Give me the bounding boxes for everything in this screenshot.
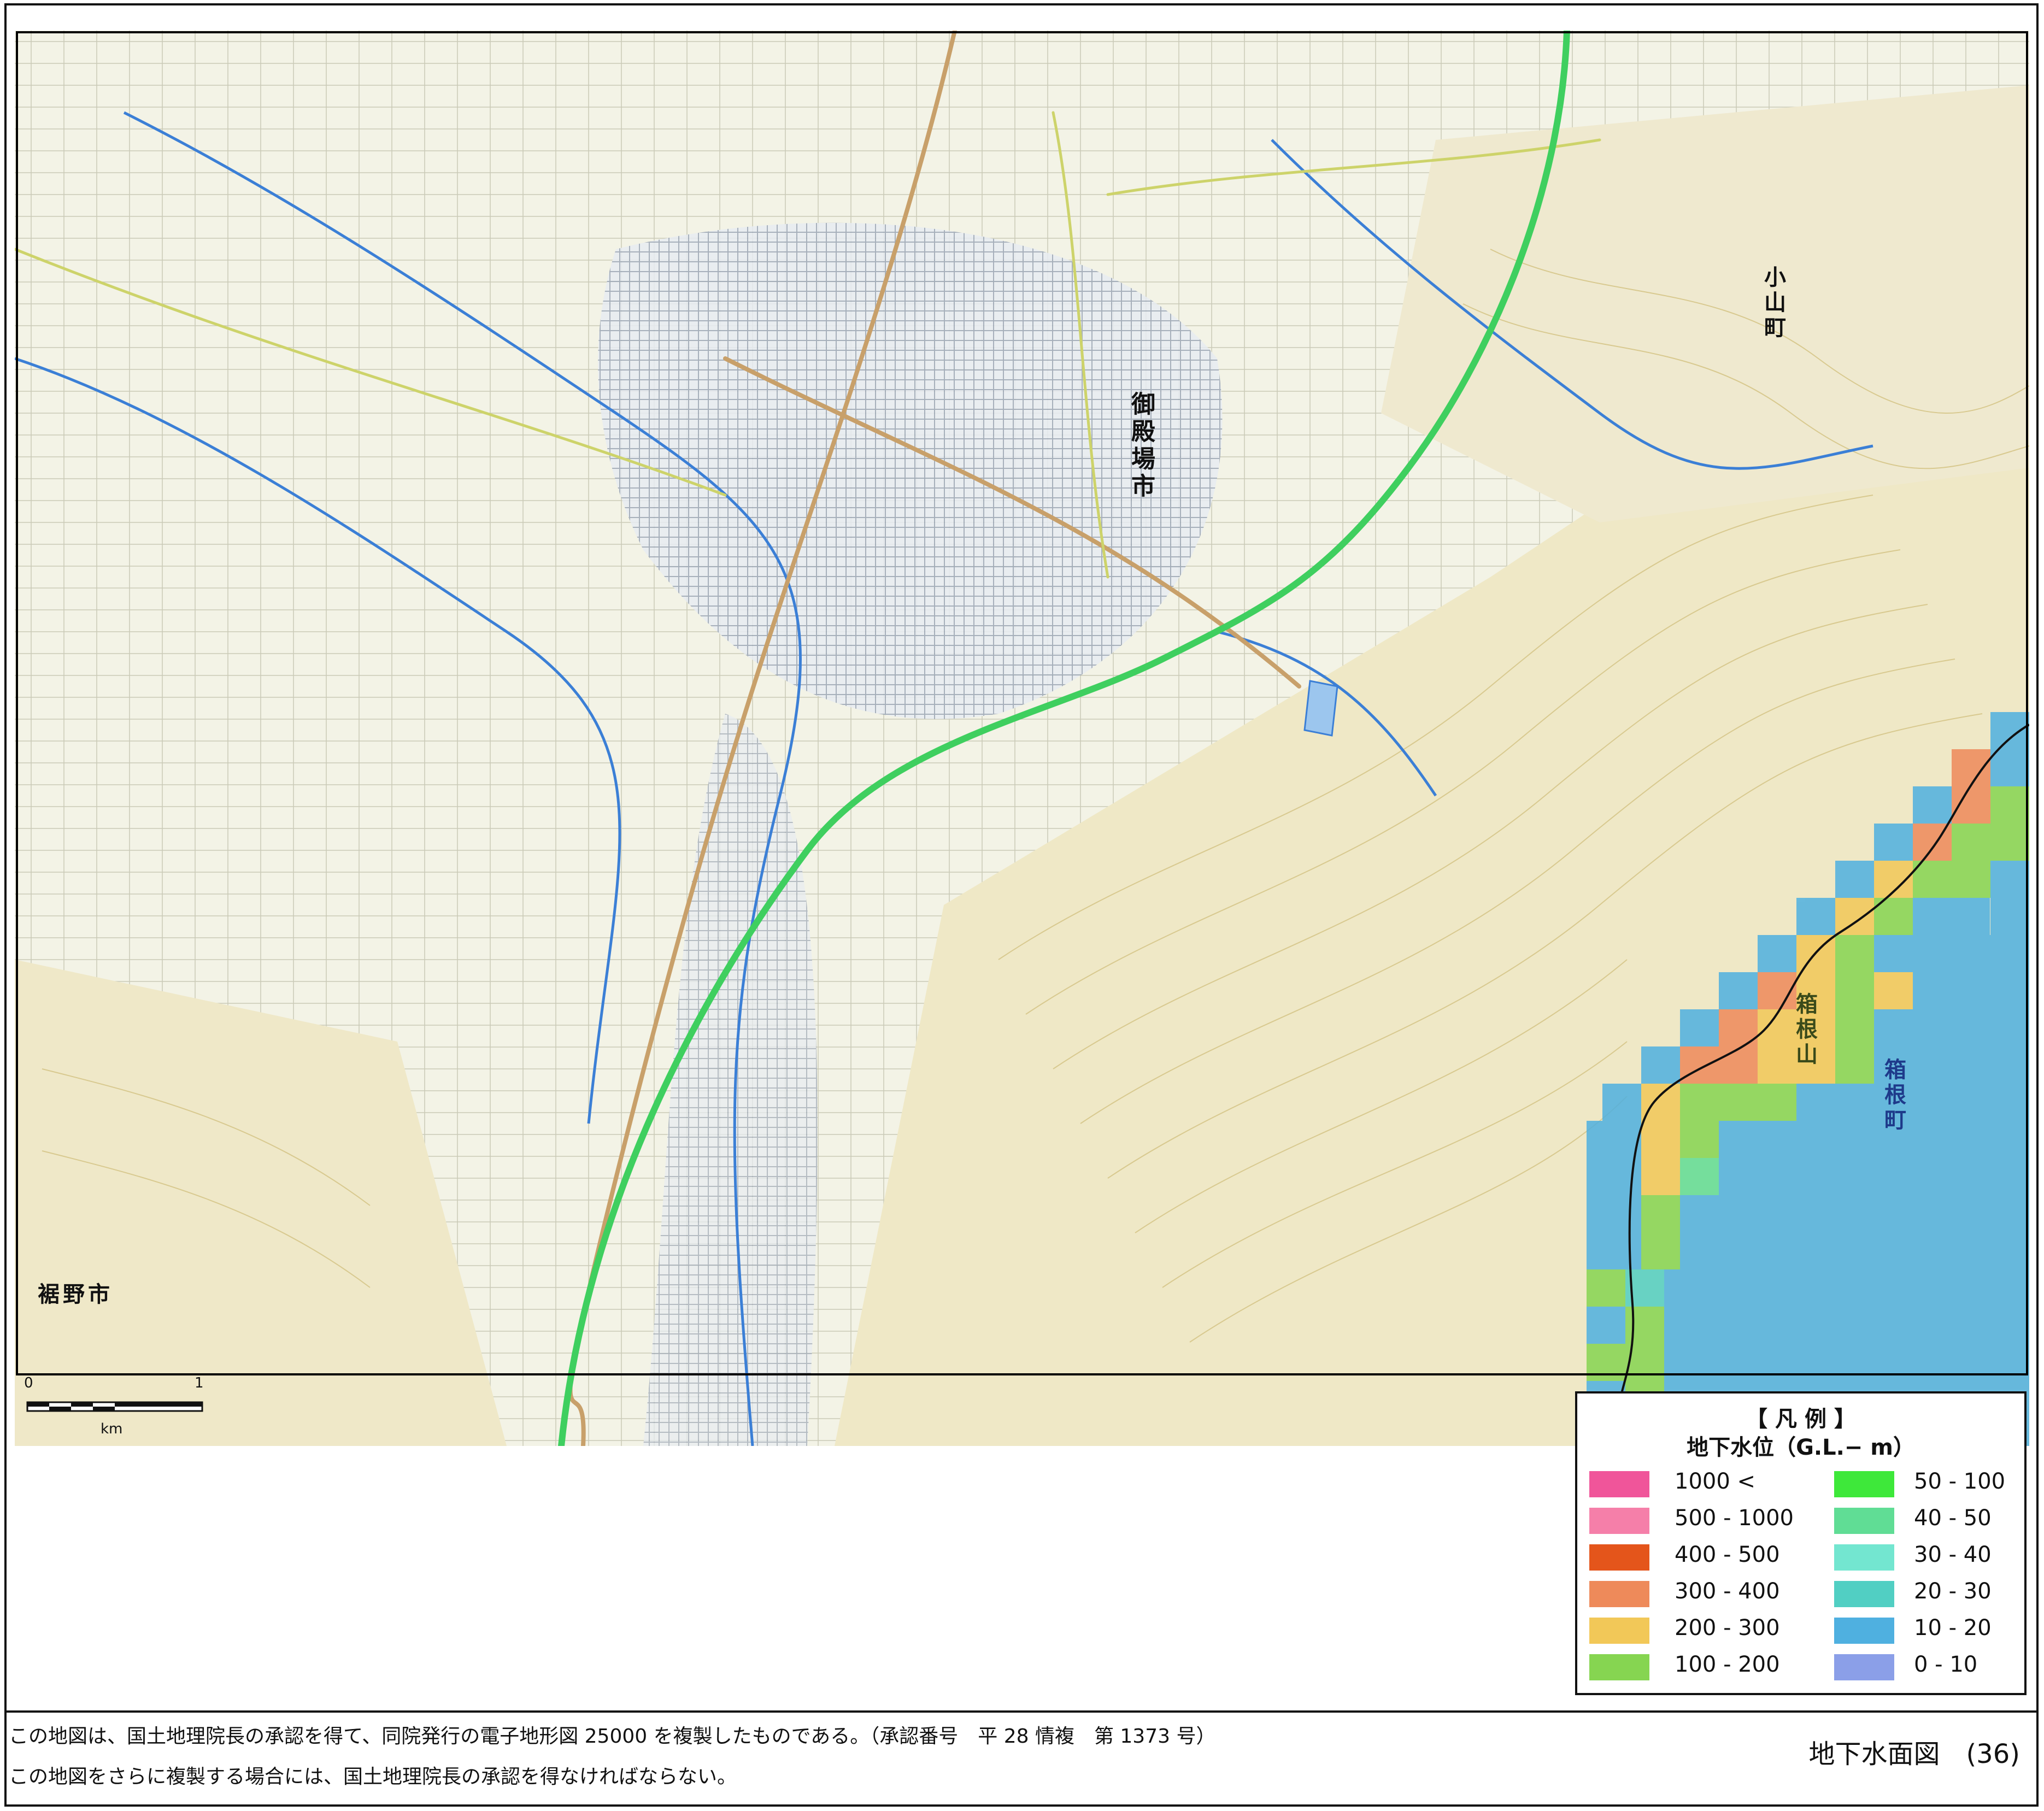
footer-divider — [4, 1710, 2039, 1713]
legend-label: 0 - 10 — [1914, 1652, 1978, 1677]
legend-label: 300 - 400 — [1675, 1579, 1780, 1604]
scale-unit-label: km — [101, 1421, 123, 1437]
legend-label: 100 - 200 — [1675, 1652, 1780, 1677]
legend-swatch — [1589, 1654, 1649, 1680]
legend: 【 凡 例 】 地下水位（G.L.− m） 1000 < 500 - 1000 40… — [1575, 1391, 2027, 1695]
sheet-title: 地下水面図 (36) — [1808, 1739, 2020, 1769]
legend-label: 20 - 30 — [1914, 1579, 1992, 1604]
east-hills — [1381, 85, 2029, 522]
legend-title: 【 凡 例 】 — [1746, 1407, 1856, 1432]
legend-swatch — [1589, 1508, 1649, 1534]
legend-swatch — [1834, 1508, 1894, 1534]
label-gotemba-city: 御殿場市 — [1127, 391, 1155, 501]
legend-swatch — [1589, 1471, 1649, 1497]
map-drawing — [15, 31, 2029, 1446]
legend-label: 30 - 40 — [1914, 1542, 1992, 1567]
topographic-map[interactable]: 御殿場市 小山町 箱根町 箱根山 裾野市 — [15, 31, 2029, 1446]
legend-label: 200 - 300 — [1675, 1615, 1780, 1641]
label-susono-city: 裾野市 — [38, 1282, 113, 1307]
scale-bar-graphic — [26, 1401, 203, 1412]
legend-swatch — [1589, 1618, 1649, 1644]
copyright-notice-line1: この地図は、国土地理院長の承認を得て、同院発行の電子地形図 25000 を複製し… — [9, 1725, 1216, 1748]
legend-label: 40 - 50 — [1914, 1506, 1992, 1531]
label-oyama-town: 小山町 — [1760, 266, 1785, 341]
legend-swatch — [1589, 1544, 1649, 1571]
legend-subtitle: 地下水位（G.L.− m） — [1687, 1435, 1915, 1460]
scale-zero-label: 0 — [24, 1375, 33, 1391]
legend-label: 1000 < — [1675, 1469, 1756, 1494]
legend-label: 400 - 500 — [1675, 1542, 1780, 1567]
label-hakone-town: 箱根町 — [1881, 1058, 1906, 1133]
legend-swatch — [1834, 1471, 1894, 1497]
legend-label: 500 - 1000 — [1675, 1506, 1794, 1531]
legend-swatch — [1834, 1581, 1894, 1607]
lake — [1303, 680, 1338, 737]
legend-swatch — [1834, 1544, 1894, 1571]
legend-label: 10 - 20 — [1914, 1615, 1992, 1641]
copyright-notice-line2: この地図をさらに複製する場合には、国土地理院長の承認を得なければならない。 — [9, 1766, 737, 1788]
legend-swatch — [1834, 1654, 1894, 1680]
legend-label: 50 - 100 — [1914, 1469, 2006, 1494]
scale-bar: 0 1 km — [24, 1375, 210, 1446]
legend-swatch — [1834, 1618, 1894, 1644]
label-hakone-mountain: 箱根山 — [1792, 992, 1817, 1068]
legend-swatch — [1589, 1581, 1649, 1607]
scale-one-label: 1 — [195, 1375, 204, 1391]
